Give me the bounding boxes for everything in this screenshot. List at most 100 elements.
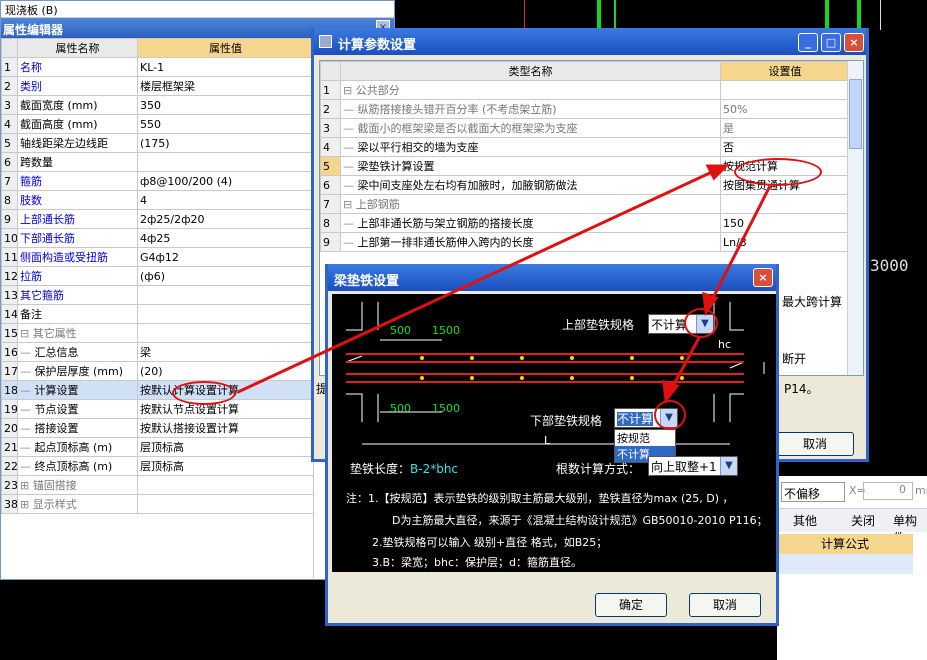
- property-name: — 起点顶标高 (m): [17, 437, 138, 457]
- row-number: 10: [1, 228, 18, 248]
- dim-500-top: 500: [390, 324, 411, 337]
- property-value[interactable]: 楼层框架梁: [137, 76, 314, 96]
- row-number: 17: [1, 361, 18, 381]
- property-row[interactable]: 2 类别 楼层框架梁: [1, 76, 314, 96]
- calc-param-row[interactable]: 1 ⊟ 公共部分: [320, 80, 850, 100]
- cancel-button[interactable]: 取消: [689, 593, 761, 617]
- calc-param-row[interactable]: 4 — 梁以平行相交的墙为支座否: [320, 137, 850, 157]
- property-row[interactable]: 16— 汇总信息梁: [1, 342, 314, 362]
- property-value[interactable]: [137, 323, 314, 343]
- param-value[interactable]: [720, 80, 850, 100]
- property-row[interactable]: 6 跨数量: [1, 152, 314, 172]
- param-value[interactable]: 50%: [720, 99, 850, 119]
- property-value[interactable]: 层顶标高: [137, 456, 314, 476]
- property-row[interactable]: 8 肢数 4: [1, 190, 314, 210]
- count-method-select[interactable]: 向上取整+1 ▼: [648, 456, 738, 476]
- property-value[interactable]: 梁: [137, 342, 314, 362]
- property-name: 跨数量: [17, 152, 138, 172]
- property-row[interactable]: 5 轴线距梁左边线距 (175): [1, 133, 314, 153]
- calc-param-row[interactable]: 9 — 上部第一排非通长筋伸入跨内的长度 Ln/3: [320, 232, 850, 252]
- property-row[interactable]: 10 下部通长筋 4ф25: [1, 228, 314, 248]
- param-value[interactable]: 是: [720, 118, 850, 138]
- vertical-scrollbar[interactable]: [847, 61, 863, 375]
- tree-item-slab[interactable]: 现浇板 (B): [1, 1, 394, 18]
- param-value[interactable]: 150: [720, 213, 850, 233]
- property-row[interactable]: 20— 搭接设置 按默认搭接设置计算: [1, 418, 314, 438]
- property-row[interactable]: 7 箍筋 ф8@100/200 (4): [1, 171, 314, 191]
- row-number: 6: [320, 175, 341, 195]
- property-value[interactable]: [137, 285, 314, 305]
- ok-button[interactable]: 确定: [595, 593, 667, 617]
- formula-header: 计算公式: [777, 534, 913, 554]
- row-number: 19: [1, 399, 18, 419]
- property-row[interactable]: 19— 节点设置 按默认节点设置计算: [1, 399, 314, 419]
- offset-select[interactable]: 不偏移: [781, 482, 845, 502]
- property-value[interactable]: 4: [137, 190, 314, 210]
- property-value[interactable]: [137, 494, 314, 514]
- property-row[interactable]: 3 截面宽度 (mm) 350: [1, 95, 314, 115]
- calc-cancel-button[interactable]: 取消: [776, 432, 854, 456]
- property-name: 肢数: [17, 190, 138, 210]
- property-value[interactable]: (20): [137, 361, 314, 381]
- row-number: 21: [1, 437, 18, 457]
- property-value[interactable]: 2ф25/2ф20: [137, 209, 314, 229]
- option-by-code[interactable]: 按规范: [615, 430, 675, 446]
- property-row[interactable]: 18— 计算设置 按默认计算设置计算: [1, 380, 314, 400]
- property-value[interactable]: 4ф25: [137, 228, 314, 248]
- property-value[interactable]: [137, 152, 314, 172]
- param-value[interactable]: Ln/3: [720, 232, 850, 252]
- property-value[interactable]: [137, 304, 314, 324]
- property-row[interactable]: 4 截面高度 (mm) 550: [1, 114, 314, 134]
- maximize-icon[interactable]: □: [821, 33, 841, 52]
- close-button[interactable]: 关闭: [851, 512, 875, 529]
- close-icon[interactable]: ×: [753, 268, 773, 287]
- property-name: — 计算设置: [17, 380, 138, 400]
- property-row[interactable]: 17— 保护层厚度 (mm) (20): [1, 361, 314, 381]
- property-row[interactable]: 13 其它箍筋: [1, 285, 314, 305]
- property-row[interactable]: 23 ⊞ 锚固搭接: [1, 475, 314, 495]
- property-name: ⊞ 锚固搭接: [17, 475, 138, 495]
- property-value[interactable]: G4ф12: [137, 247, 314, 267]
- property-value[interactable]: 350: [137, 95, 314, 115]
- property-value[interactable]: 550: [137, 114, 314, 134]
- property-row[interactable]: 38 ⊞ 显示样式: [1, 494, 314, 514]
- property-name: 截面宽度 (mm): [17, 95, 138, 115]
- property-row[interactable]: 21— 起点顶标高 (m) 层顶标高: [1, 437, 314, 457]
- calc-param-row[interactable]: 7 ⊟ 上部钢筋: [320, 194, 850, 214]
- chevron-down-icon[interactable]: ▼: [720, 457, 737, 475]
- note-line-1: 注：1.【按规范】表示垫铁的级别取主筋最大级别，垫铁直径为max (25, D)…: [346, 492, 734, 505]
- property-value[interactable]: (ф6): [137, 266, 314, 286]
- property-value[interactable]: 按默认搭接设置计算: [137, 418, 314, 438]
- property-value[interactable]: 按默认节点设置计算: [137, 399, 314, 419]
- property-row[interactable]: 11 侧面构造或受扭筋 G4ф12: [1, 247, 314, 267]
- row-number: 2: [320, 99, 341, 119]
- property-value[interactable]: ф8@100/200 (4): [137, 171, 314, 191]
- property-row[interactable]: 12 拉筋 (ф6): [1, 266, 314, 286]
- property-value[interactable]: [137, 475, 314, 495]
- row-number: 7: [1, 171, 18, 191]
- dim-500-bottom: 500: [390, 402, 411, 415]
- calc-param-row[interactable]: 2 — 纵筋搭接接头错开百分率 (不考虑架立筋) 50%: [320, 99, 850, 119]
- property-row[interactable]: 9 上部通长筋 2ф25/2ф20: [1, 209, 314, 229]
- row-number: 5: [320, 156, 341, 176]
- row-number: 3: [1, 95, 18, 115]
- param-value[interactable]: 否: [720, 137, 850, 157]
- x-input[interactable]: 0: [863, 482, 913, 500]
- property-value[interactable]: (175): [137, 133, 314, 153]
- property-name: — 保护层厚度 (mm): [17, 361, 138, 381]
- other-menu[interactable]: 其他: [793, 512, 817, 529]
- property-name: 上部通长筋: [17, 209, 138, 229]
- property-value[interactable]: KL-1: [137, 57, 314, 77]
- close-icon[interactable]: ×: [844, 33, 864, 52]
- shim-length-label: 垫铁长度：B-2*bhc: [350, 462, 459, 476]
- property-row[interactable]: 1 名称 KL-1: [1, 57, 314, 77]
- minimize-icon[interactable]: _: [798, 33, 818, 52]
- property-row[interactable]: 15 ⊟ 其它属性: [1, 323, 314, 343]
- property-name: — 汇总信息: [17, 342, 138, 362]
- param-value[interactable]: [720, 194, 850, 214]
- calc-param-row[interactable]: 8 — 上部非通长筋与架立钢筋的搭接长度 150: [320, 213, 850, 233]
- property-value[interactable]: 层顶标高: [137, 437, 314, 457]
- calc-param-row[interactable]: 3 — 截面小的框架梁是否以截面大的框架梁为支座是: [320, 118, 850, 138]
- property-row[interactable]: 14 备注: [1, 304, 314, 324]
- property-row[interactable]: 22— 终点顶标高 (m) 层顶标高: [1, 456, 314, 476]
